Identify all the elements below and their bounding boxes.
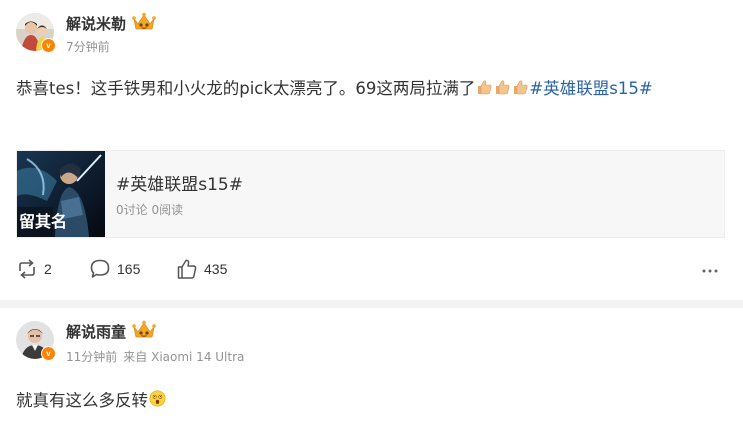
- crown-icon[interactable]: [132, 320, 156, 340]
- thumbs-up-emoji: [478, 80, 492, 95]
- repost-button[interactable]: 2: [16, 257, 52, 281]
- comment-icon: [90, 259, 110, 278]
- avatar[interactable]: v: [16, 321, 56, 361]
- username[interactable]: 解说雨童: [66, 321, 126, 342]
- avatar[interactable]: v: [16, 13, 56, 53]
- more-icon: [702, 269, 718, 273]
- topic-card[interactable]: 留其名 #英雄联盟s15# 0讨论 0阅读: [16, 150, 725, 238]
- comment-count: 165: [117, 261, 141, 277]
- post-card: v 解说米勒 7分钟前 恭喜tes！这手铁男和小火龙的pick太漂亮了。69这两…: [0, 0, 743, 300]
- crown-icon[interactable]: [132, 12, 156, 32]
- post-body: 就真有这么多反转: [16, 391, 148, 410]
- v-badge-icon: v: [41, 38, 56, 53]
- shocked-face-emoji: [149, 390, 166, 407]
- v-badge-icon: v: [41, 346, 56, 361]
- post-body: 恭喜tes！这手铁男和小火龙的pick太漂亮了。69这两局拉满了: [16, 79, 476, 98]
- post-card: v 解说雨童 11分钟前 来自 Xiaomi 14 Ultra 就真有这么多反转: [0, 308, 743, 421]
- post-text: 就真有这么多反转: [16, 385, 723, 416]
- like-icon: [177, 259, 197, 279]
- post-divider: [0, 300, 743, 308]
- like-button[interactable]: 435: [176, 257, 227, 281]
- thumbs-up-emoji: [496, 80, 510, 95]
- post-text: 恭喜tes！这手铁男和小火龙的pick太漂亮了。69这两局拉满了 #英雄联盟s15…: [16, 73, 723, 104]
- thumbs-up-emoji: [514, 80, 528, 95]
- post-meta: 11分钟前 来自 Xiaomi 14 Ultra: [66, 348, 244, 365]
- like-count: 435: [204, 261, 228, 277]
- repost-icon: [19, 259, 35, 279]
- username[interactable]: 解说米勒: [66, 13, 126, 34]
- post-source: 来自 Xiaomi 14 Ultra: [123, 350, 245, 364]
- topic-card-title[interactable]: #英雄联盟s15#: [116, 170, 243, 195]
- hashtag-link[interactable]: #英雄联盟s15#: [529, 79, 652, 98]
- action-bar: 2 165 435: [16, 257, 725, 281]
- post-time[interactable]: 11分钟前: [66, 350, 117, 364]
- topic-card-image: 留其名: [17, 151, 105, 237]
- post-time[interactable]: 7分钟前: [66, 38, 110, 55]
- more-button[interactable]: [701, 261, 719, 281]
- topic-card-image-text: 留其名: [19, 212, 67, 231]
- repost-count: 2: [44, 261, 52, 277]
- comment-button[interactable]: 165: [89, 257, 140, 281]
- topic-card-stats: 0讨论 0阅读: [116, 203, 184, 217]
